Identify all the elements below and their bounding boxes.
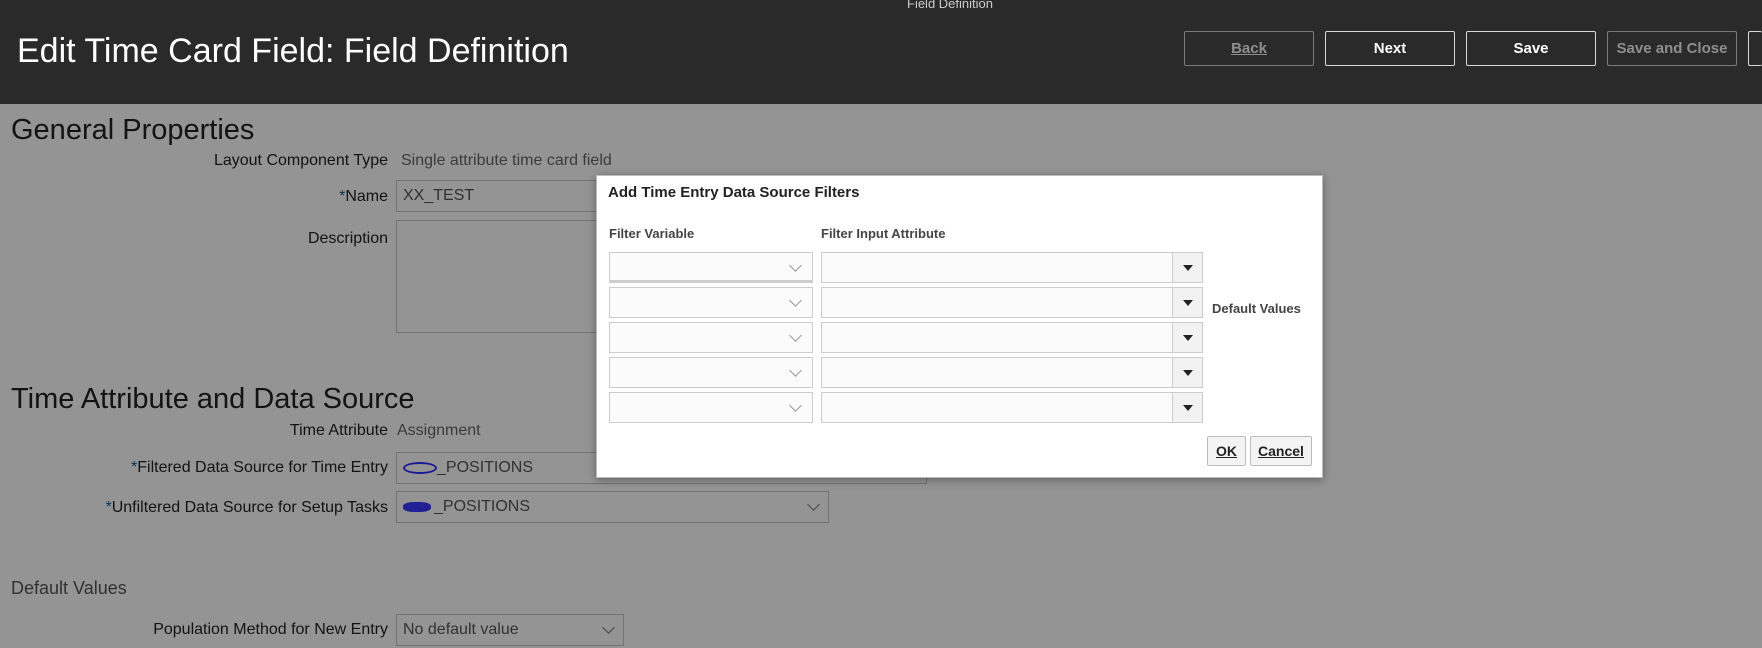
- filter-input-attribute-combo-4[interactable]: [821, 357, 1203, 388]
- dropdown-arrow-icon[interactable]: [1172, 253, 1202, 282]
- chevron-down-icon: [789, 399, 802, 412]
- next-button[interactable]: Next: [1325, 31, 1455, 66]
- filter-variable-select-1[interactable]: [609, 252, 813, 283]
- filter-variable-select-5[interactable]: [609, 392, 813, 423]
- chevron-down-icon: [789, 329, 802, 342]
- dialog-title: Add Time Entry Data Source Filters: [608, 184, 860, 201]
- dropdown-arrow-icon[interactable]: [1172, 288, 1202, 317]
- ok-button[interactable]: OK: [1207, 436, 1246, 466]
- filter-variable-header: Filter Variable: [609, 226, 695, 241]
- dropdown-arrow-icon[interactable]: [1172, 323, 1202, 352]
- default-values-label: Default Values: [1212, 301, 1301, 316]
- add-filters-dialog: Add Time Entry Data Source Filters Filte…: [596, 175, 1323, 478]
- page-title: Edit Time Card Field: Field Definition: [17, 32, 569, 70]
- filter-variable-select-4[interactable]: [609, 357, 813, 388]
- filter-input-attribute-combo-2[interactable]: [821, 287, 1203, 318]
- save-button[interactable]: Save: [1466, 31, 1596, 66]
- page-header: Field Definition Edit Time Card Field: F…: [0, 0, 1762, 104]
- train-stop-label: Field Definition: [907, 0, 993, 11]
- dropdown-arrow-icon[interactable]: [1172, 358, 1202, 387]
- filter-input-attribute-combo-3[interactable]: [821, 322, 1203, 353]
- filter-variable-select-3[interactable]: [609, 322, 813, 353]
- filter-input-attribute-header: Filter Input Attribute: [821, 226, 946, 241]
- filter-input-attribute-combo-5[interactable]: [821, 392, 1203, 423]
- cancel-button[interactable]: Cancel: [1250, 436, 1312, 466]
- back-button[interactable]: Back: [1184, 31, 1314, 66]
- chevron-down-icon: [789, 259, 802, 272]
- chevron-down-icon: [789, 294, 802, 307]
- filter-input-attribute-combo-1[interactable]: [821, 252, 1203, 283]
- filter-variable-select-2[interactable]: [609, 287, 813, 318]
- chevron-down-icon: [789, 364, 802, 377]
- dropdown-arrow-icon[interactable]: [1172, 393, 1202, 422]
- more-actions-button[interactable]: [1748, 31, 1762, 66]
- save-and-close-button[interactable]: Save and Close: [1607, 31, 1737, 66]
